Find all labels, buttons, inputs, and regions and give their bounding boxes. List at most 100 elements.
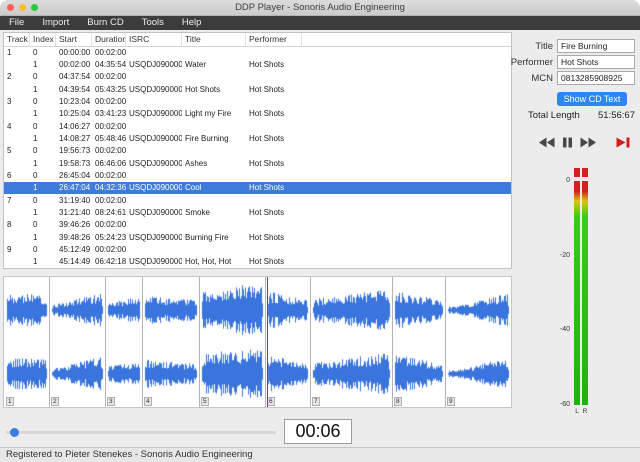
table-row[interactable]: 4 0 14:06:27 00:02:00 (4, 120, 511, 132)
track-marker-flag: 7 (312, 397, 320, 406)
column-header-duration[interactable]: Duration (92, 33, 126, 46)
menu-item-help[interactable]: Help (173, 16, 211, 30)
cell-start: 39:46:26 (59, 220, 91, 230)
meter-scale-0: 0 (566, 177, 570, 184)
table-row[interactable]: 1 19:58:73 06:46:06 USQDJ0900005 Ashes Hot Sh… (4, 157, 511, 169)
cell-title: Smoke (185, 207, 210, 217)
track-marker-flag: 4 (144, 397, 152, 406)
cell-index: 0 (33, 244, 38, 254)
menu-item-import[interactable]: Import (33, 16, 78, 30)
cell-start: 19:58:73 (59, 158, 91, 168)
track-boundary-divider (310, 277, 311, 407)
track-boundary-divider (49, 277, 50, 407)
track-table-body: 1 0 00:00:00 00:02:00 1 00:02:00 04:35:54 USQDJ… (4, 46, 511, 268)
cell-start: 10:25:04 (59, 109, 91, 119)
track-marker-flag: 9 (447, 397, 455, 406)
column-header-performer[interactable]: Performer (246, 33, 302, 46)
cell-duration: 00:02:00 (95, 121, 126, 131)
column-header-index[interactable]: Index (30, 33, 56, 46)
title-bar[interactable]: DDP Player - Sonoris Audio Engineering (0, 0, 640, 16)
cell-track: 1 (7, 47, 12, 57)
cell-start: 14:08:27 (59, 133, 91, 143)
table-row[interactable]: 8 0 39:46:26 00:02:00 (4, 219, 511, 231)
cell-track: 3 (7, 96, 12, 106)
meter-bar-left (574, 181, 580, 405)
cell-performer: Hot Shots (249, 59, 285, 69)
rewind-button[interactable] (538, 136, 555, 148)
status-bar: Registered to Pieter Stenekes - Sonoris … (0, 447, 640, 462)
cell-performer: Hot Shots (249, 133, 285, 143)
playhead[interactable] (267, 277, 268, 407)
table-row[interactable]: 3 0 10:23:04 00:02:00 (4, 95, 511, 107)
cell-track: 8 (7, 220, 12, 230)
menu-item-file[interactable]: File (0, 16, 33, 30)
column-header-track[interactable]: Track (4, 33, 30, 46)
table-row[interactable]: 1 0 00:00:00 00:02:00 (4, 46, 511, 58)
menu-item-tools[interactable]: Tools (133, 16, 173, 30)
column-header-filler (302, 33, 511, 46)
cell-performer: Hot Shots (249, 183, 285, 193)
cell-index: 1 (33, 158, 38, 168)
performer-field-label: Performer (510, 57, 553, 68)
cell-start: 10:23:04 (59, 96, 91, 106)
waveform-view[interactable]: 1 2 3 4 5 6 7 8 9 (3, 276, 512, 408)
table-row[interactable]: 2 0 04:37:54 00:02:00 (4, 71, 511, 83)
table-row[interactable]: 5 0 19:56:73 00:02:00 (4, 145, 511, 157)
scrollbar-thumb[interactable] (10, 428, 19, 437)
track-marker-flag: 1 (6, 397, 14, 406)
table-row[interactable]: 1 31:21:40 08:24:61 USQDJ0900007 Smoke Hot Sh… (4, 206, 511, 218)
meter-scale-40: -40 (559, 326, 570, 333)
cell-title: Ashes (185, 158, 208, 168)
waveform-canvas[interactable] (4, 277, 511, 407)
table-row[interactable]: 1 04:39:54 05:43:25 USQDJ0900002 Hot Shots Ho… (4, 83, 511, 95)
fast-forward-button[interactable] (580, 136, 597, 148)
table-row[interactable]: 9 0 45:12:49 00:02:00 (4, 243, 511, 255)
pause-button[interactable] (562, 136, 573, 148)
window-title: DDP Player - Sonoris Audio Engineering (235, 2, 405, 13)
title-field[interactable] (557, 39, 635, 53)
cell-index: 0 (33, 47, 38, 57)
cell-index: 1 (33, 84, 38, 94)
cell-duration: 05:48:46 (95, 133, 126, 143)
column-header-isrc[interactable]: ISRC (126, 33, 182, 46)
track-boundary-divider (265, 277, 266, 407)
table-row[interactable]: 7 0 31:19:40 00:02:00 (4, 194, 511, 206)
column-header-title[interactable]: Title (182, 33, 246, 46)
menu-item-burn-cd[interactable]: Burn CD (78, 16, 132, 30)
cell-performer: Hot Shots (249, 257, 285, 267)
cell-start: 14:06:27 (59, 121, 91, 131)
performer-field[interactable] (557, 55, 635, 69)
cell-duration: 00:02:00 (95, 72, 126, 82)
close-window-button[interactable] (7, 4, 14, 11)
cell-performer: Hot Shots (249, 207, 285, 217)
title-field-label: Title (535, 41, 553, 52)
skip-to-end-button[interactable] (616, 136, 630, 148)
cell-isrc: USQDJ0900006 (129, 183, 182, 193)
table-row[interactable]: 1 00:02:00 04:35:54 USQDJ0900001 Water Hot Sh… (4, 58, 511, 70)
cell-index: 0 (33, 170, 38, 180)
table-row[interactable]: 1 39:48:26 05:24:23 USQDJ0900008 Burning Fir… (4, 231, 511, 243)
track-table-header: Track Index Start Duration ISRC Title Pe… (4, 33, 511, 47)
mcn-field[interactable] (557, 71, 635, 85)
total-length-value: 51:56:67 (598, 110, 635, 121)
cell-title: Cool (185, 183, 202, 193)
minimize-window-button[interactable] (19, 4, 26, 11)
table-row[interactable]: 1 14:08:27 05:48:46 USQDJ0900004 Fire Burnin… (4, 132, 511, 144)
track-marker-flag: 3 (107, 397, 115, 406)
cell-duration: 00:02:00 (95, 195, 126, 205)
cell-start: 39:48:26 (59, 232, 91, 242)
cell-index: 0 (33, 220, 38, 230)
meter-channel-right-label: R (582, 408, 588, 415)
column-header-start[interactable]: Start (56, 33, 92, 46)
table-row[interactable]: 1 26:47:04 04:32:36 USQDJ0900006 Cool Hot Sho… (4, 181, 511, 194)
waveform-scrollbar[interactable] (6, 428, 276, 437)
table-row[interactable]: 1 10:25:04 03:41:23 USQDJ0900003 Light my Fi… (4, 108, 511, 120)
zoom-window-button[interactable] (31, 4, 38, 11)
mcn-field-label: MCN (531, 73, 553, 84)
table-row[interactable]: 1 45:14:49 06:42:18 USQDJ0900009 Hot, Hot, H… (4, 256, 511, 268)
table-row[interactable]: 6 0 26:45:04 00:02:00 (4, 169, 511, 181)
cell-performer: Hot Shots (249, 84, 285, 94)
cell-index: 1 (33, 232, 38, 242)
show-cd-text-button[interactable]: Show CD Text (557, 92, 627, 106)
rewind-icon (539, 137, 555, 148)
